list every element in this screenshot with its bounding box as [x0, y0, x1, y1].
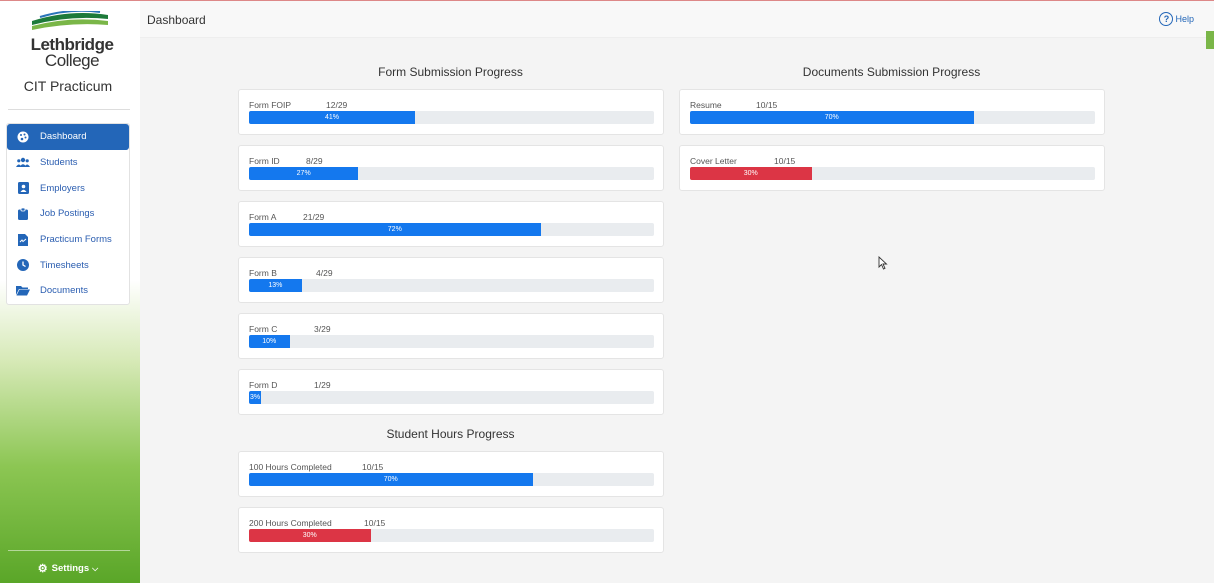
sidebar-item-documents[interactable]: Documents: [7, 278, 129, 304]
progress-label: Form A: [249, 212, 277, 222]
mouse-cursor-icon: [878, 256, 888, 270]
progress-bar-track: 30%: [249, 529, 654, 542]
top-bar: Dashboard ? Help: [140, 0, 1214, 49]
progress-card: Form C 3/29 10%: [238, 313, 664, 359]
sidebar-item-practicum-forms[interactable]: Practicum Forms: [7, 227, 129, 253]
progress-count: 1/29: [314, 380, 331, 390]
progress-label: 200 Hours Completed: [249, 518, 332, 528]
logo-text-line2: College: [44, 51, 100, 70]
file-signature-icon: [16, 233, 30, 247]
progress-bar-fill: 30%: [690, 167, 812, 180]
progress-card: Cover Letter 10/15 30%: [679, 145, 1105, 191]
progress-count: 10/15: [774, 156, 796, 166]
sidebar: Lethbridge College CIT Practicum Dashboa…: [0, 0, 140, 583]
form-submission-title: Form Submission Progress: [378, 65, 523, 79]
progress-card: Form ID 8/29 27%: [238, 145, 664, 191]
progress-label: Form C: [249, 324, 278, 334]
progress-card: Form D 1/29 3%: [238, 369, 664, 415]
progress-bar-track: 10%: [249, 335, 654, 348]
progress-bar-fill: 72%: [249, 223, 541, 236]
progress-bar-track: 70%: [249, 473, 654, 486]
progress-card: 200 Hours Completed 10/15 30%: [238, 507, 664, 553]
sidebar-item-label: Timesheets: [40, 259, 89, 271]
sidebar-item-label: Dashboard: [40, 131, 87, 143]
progress-label: Form B: [249, 268, 277, 278]
sidebar-item-job-postings[interactable]: Job Postings: [7, 201, 129, 227]
scrollbar-thumb[interactable]: [1206, 31, 1214, 49]
progress-label: Form D: [249, 380, 278, 390]
id-badge-icon: [16, 181, 30, 195]
progress-card: Form B 4/29 13%: [238, 257, 664, 303]
palette-icon: [16, 130, 30, 144]
sidebar-item-label: Students: [40, 157, 78, 169]
sidebar-nav: Dashboard Students Employers Job Posting…: [6, 123, 130, 305]
progress-card: Form FOIP 12/29 41%: [238, 89, 664, 135]
settings-button[interactable]: ⚙ Settings ⌵: [0, 562, 136, 575]
progress-bar-track: 13%: [249, 279, 654, 292]
sidebar-item-label: Employers: [40, 182, 85, 194]
settings-divider: [8, 550, 130, 551]
progress-count: 4/29: [316, 268, 333, 278]
progress-label: Form FOIP: [249, 100, 292, 110]
chevron-down-icon: ⌵: [92, 563, 99, 573]
documents-submission-title: Documents Submission Progress: [802, 65, 981, 79]
progress-label: Resume: [690, 100, 722, 110]
progress-bar-fill: 41%: [249, 111, 416, 124]
progress-count: 21/29: [303, 212, 325, 222]
sidebar-item-label: Documents: [40, 285, 89, 297]
progress-count: 10/15: [362, 462, 384, 472]
clipboard-icon: [16, 207, 30, 221]
progress-bar-fill: 70%: [249, 473, 533, 486]
progress-bar-fill: 3%: [249, 391, 262, 404]
progress-bar-track: 30%: [690, 167, 1095, 180]
app-title: CIT Practicum: [23, 78, 113, 94]
page-title: Dashboard: [147, 13, 206, 27]
progress-card: 100 Hours Completed 10/15 70%: [238, 451, 664, 497]
progress-count: 10/15: [364, 518, 386, 528]
progress-bar-fill: 27%: [249, 167, 359, 180]
sidebar-item-students[interactable]: Students: [7, 150, 129, 176]
settings-label: Settings: [51, 563, 90, 574]
progress-bar-track: 27%: [249, 167, 654, 180]
progress-label: Form ID: [249, 156, 280, 166]
logo-swoosh-icon: [32, 11, 108, 30]
progress-bar-fill: 10%: [249, 335, 290, 348]
question-circle-icon: ?: [1159, 12, 1174, 26]
sidebar-item-dashboard[interactable]: Dashboard: [7, 124, 129, 150]
progress-count: 12/29: [326, 100, 348, 110]
college-logo[interactable]: Lethbridge College: [20, 9, 120, 73]
sidebar-item-label: Practicum Forms: [40, 234, 112, 246]
clock-icon: [16, 258, 30, 272]
progress-card: Resume 10/15 70%: [679, 89, 1105, 135]
student-hours-title: Student Hours Progress: [386, 427, 515, 441]
sidebar-item-employers[interactable]: Employers: [7, 175, 129, 201]
progress-card: Form A 21/29 72%: [238, 201, 664, 247]
folder-open-icon: [16, 284, 30, 298]
progress-bar-track: 70%: [690, 111, 1095, 124]
progress-bar-fill: 70%: [690, 111, 974, 124]
progress-bar-fill: 30%: [249, 529, 371, 542]
progress-label: Cover Letter: [690, 156, 737, 166]
sidebar-divider: [8, 109, 130, 110]
progress-bar-fill: 13%: [249, 279, 302, 292]
sidebar-item-label: Job Postings: [40, 208, 95, 220]
gears-icon: ⚙: [37, 563, 48, 575]
users-icon: [16, 156, 30, 170]
progress-count: 10/15: [756, 100, 778, 110]
progress-count: 8/29: [306, 156, 323, 166]
progress-bar-track: 41%: [249, 111, 654, 124]
sidebar-item-timesheets[interactable]: Timesheets: [7, 252, 129, 278]
progress-count: 3/29: [314, 324, 331, 334]
progress-label: 100 Hours Completed: [249, 462, 332, 472]
help-label: Help: [1175, 14, 1194, 24]
progress-bar-track: 3%: [249, 391, 654, 404]
help-link[interactable]: ? Help: [1159, 12, 1194, 26]
progress-bar-track: 72%: [249, 223, 654, 236]
